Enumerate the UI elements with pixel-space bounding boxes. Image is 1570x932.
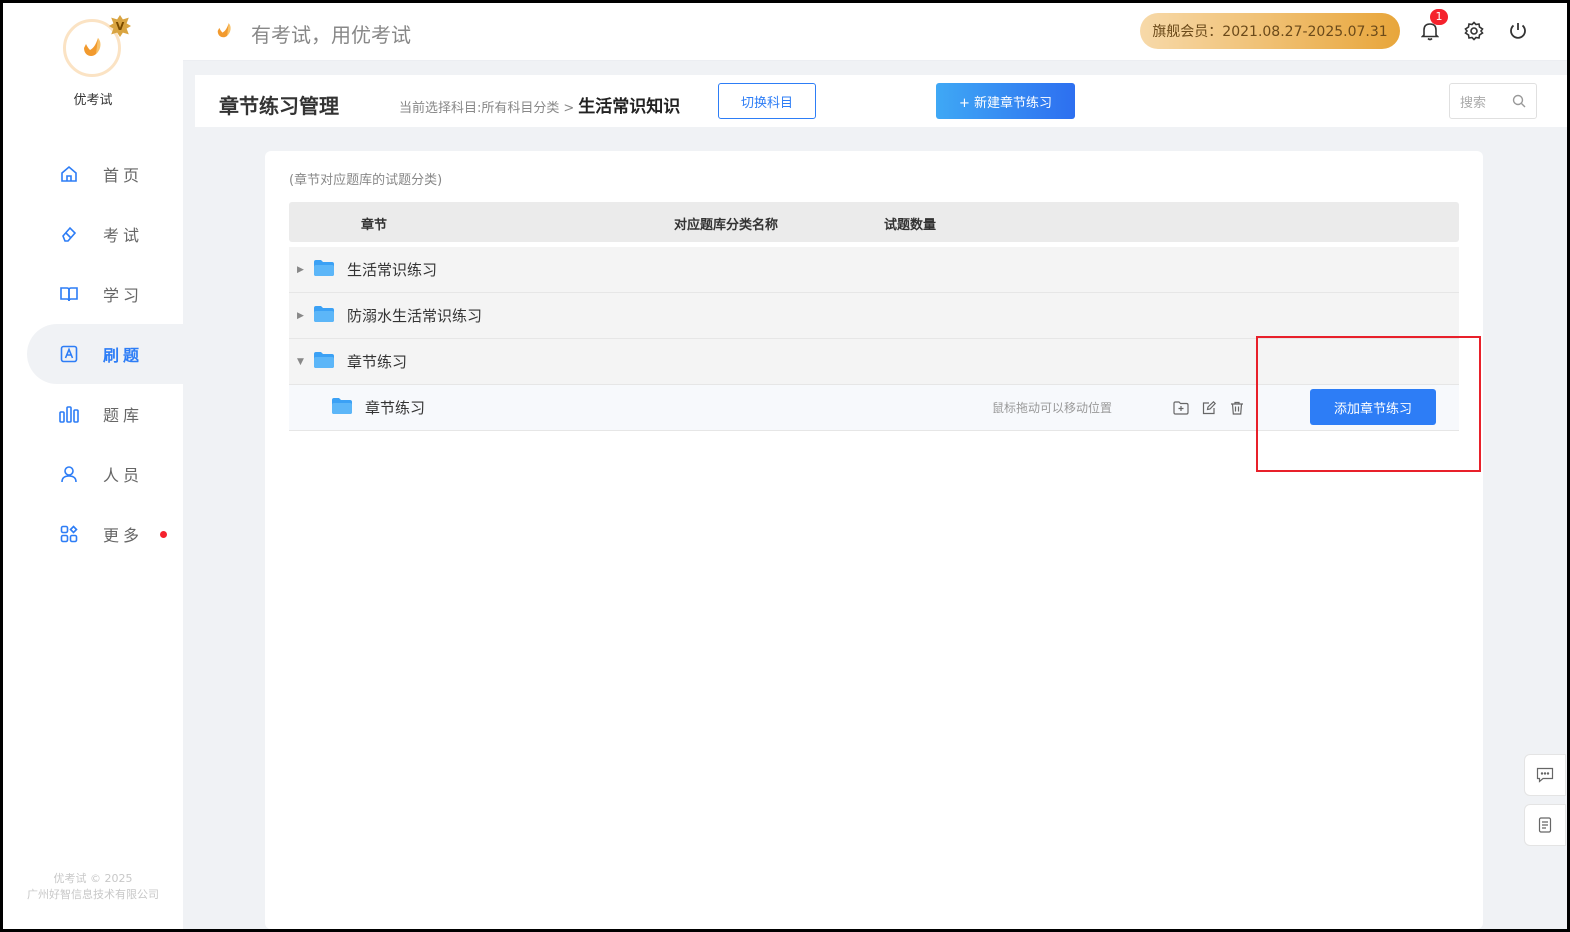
apps-icon: [59, 524, 79, 544]
sidebar-item-label: 刷题: [103, 346, 144, 365]
sidebar-item-practice[interactable]: 刷题: [27, 324, 183, 384]
folder-icon: [313, 305, 335, 327]
sidebar-item-users[interactable]: 人员: [3, 444, 183, 504]
app-logo[interactable]: V: [63, 15, 131, 79]
drag-hint: 鼠标拖动可以移动位置: [992, 401, 1113, 415]
row-actions: [1173, 400, 1245, 416]
new-dot-indicator: [160, 530, 167, 538]
book-icon: [59, 284, 79, 304]
tree-row[interactable]: ▶ 生活常识练习: [289, 247, 1459, 293]
breadcrumb: 当前选择科目:所有科目分类 > 生活常识知识: [399, 92, 680, 117]
edit-icon[interactable]: [1201, 400, 1217, 416]
chapter-tree-card: (章节对应题库的试题分类) 章节 对应题库分类名称 试题数量 ▶ 生活常识练习 …: [265, 151, 1483, 929]
chat-icon: [1536, 767, 1554, 783]
home-icon: [59, 164, 79, 184]
chat-button[interactable]: [1524, 754, 1566, 796]
logout-button[interactable]: [1506, 19, 1530, 43]
add-folder-icon[interactable]: [1173, 400, 1189, 416]
notification-bell[interactable]: 1: [1418, 9, 1448, 43]
company-name: 广州好智信息技术有限公司: [27, 888, 159, 901]
page-title: 章节练习管理: [219, 94, 339, 118]
sidebar-item-bank[interactable]: 题库: [3, 384, 183, 444]
sidebar-item-study[interactable]: 学习: [3, 264, 183, 324]
tree-row-label: 生活常识练习: [347, 261, 438, 279]
sidebar-item-label: 学习: [103, 286, 144, 305]
topbar: 有考试，用优考试 旗舰会员：2021.08.27-2025.07.31 1: [183, 3, 1567, 61]
search-input[interactable]: 搜索: [1449, 83, 1537, 119]
sidebar-item-label: 人员: [103, 466, 144, 485]
collapse-caret-icon[interactable]: ▼: [297, 357, 305, 367]
user-icon: [59, 464, 79, 484]
breadcrumb-separator: >: [563, 101, 575, 116]
highlight-annotation-box: [1256, 336, 1481, 472]
brand-logo-icon: [213, 19, 235, 48]
membership-badge[interactable]: 旗舰会员：2021.08.27-2025.07.31: [1140, 13, 1400, 49]
sidebar-item-label: 更多: [103, 526, 144, 545]
tree-row[interactable]: ▶ 防溺水生活常识练习: [289, 293, 1459, 339]
expand-caret-icon[interactable]: ▶: [297, 265, 305, 275]
tree-row-label: 防溺水生活常识练习: [347, 307, 483, 325]
vip-badge-icon: V: [109, 15, 131, 37]
tree-row-label: 章节练习: [365, 399, 426, 417]
sidebar-item-exam[interactable]: 考试: [3, 204, 183, 264]
folder-icon: [313, 351, 335, 373]
sidebar-item-home[interactable]: 首页: [3, 144, 183, 204]
sidebar-nav: 首页 考试 学习 刷题 题库 人员 更多: [3, 144, 183, 564]
page-header: 章节练习管理 当前选择科目:所有科目分类 > 生活常识知识 切换科目 + 新建章…: [195, 75, 1567, 127]
sidebar-item-label: 考试: [103, 226, 144, 245]
letter-a-icon: [59, 344, 79, 364]
table-hint: (章节对应题库的试题分类): [289, 173, 443, 188]
tree-row-label: 章节练习: [347, 353, 408, 371]
bars-icon: [59, 404, 79, 424]
table-header: 章节 对应题库分类名称 试题数量: [289, 202, 1459, 242]
eraser-icon: [59, 224, 79, 244]
copyright-line: 优考试 © 2025: [53, 872, 133, 885]
document-icon: [1538, 817, 1552, 833]
sidebar: V 优考试 首页 考试 学习 刷题 题库 人员 更多 优考试 © 2025 广州…: [3, 3, 183, 929]
breadcrumb-prefix: 当前选择科目:所有科目分类: [399, 101, 560, 116]
notification-count: 1: [1430, 9, 1448, 25]
sidebar-item-label: 首页: [103, 166, 144, 185]
column-header: 试题数量: [884, 218, 937, 233]
column-header: 对应题库分类名称: [674, 218, 779, 233]
settings-button[interactable]: [1462, 19, 1486, 43]
expand-caret-icon[interactable]: ▶: [297, 311, 305, 321]
sidebar-item-label: 题库: [103, 406, 144, 425]
folder-icon: [331, 397, 353, 419]
breadcrumb-current: 生活常识知识: [578, 97, 681, 117]
slogan: 有考试，用优考试: [213, 19, 411, 48]
switch-subject-button[interactable]: 切换科目: [718, 83, 816, 119]
column-header: 章节: [361, 218, 388, 233]
gear-icon: [1464, 21, 1484, 41]
app-name: 优考试: [73, 93, 113, 108]
delete-icon[interactable]: [1229, 400, 1245, 416]
new-chapter-button[interactable]: + 新建章节练习: [936, 83, 1075, 119]
power-icon: [1510, 23, 1526, 39]
search-icon[interactable]: [1512, 94, 1526, 112]
folder-icon: [313, 259, 335, 281]
slogan-text: 有考试，用优考试: [251, 23, 411, 47]
search-placeholder: 搜索: [1460, 95, 1487, 111]
copyright: 优考试 © 2025 广州好智信息技术有限公司: [3, 871, 183, 903]
sidebar-item-more[interactable]: 更多: [3, 504, 183, 564]
document-button[interactable]: [1524, 804, 1566, 846]
